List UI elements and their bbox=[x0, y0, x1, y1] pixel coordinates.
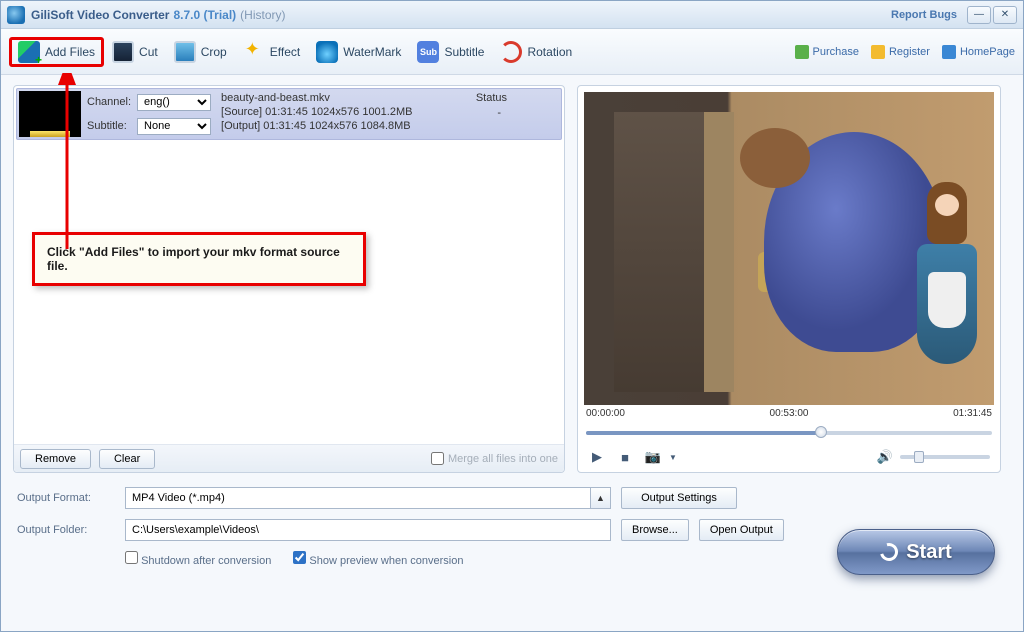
crop-icon bbox=[174, 41, 196, 63]
subtitle-button[interactable]: SubSubtitle bbox=[409, 37, 492, 67]
output-settings-button[interactable]: Output Settings bbox=[621, 487, 737, 509]
file-output-line: [Output] 01:31:45 1024x576 1084.8MB bbox=[221, 120, 555, 132]
output-folder-input[interactable] bbox=[125, 519, 611, 541]
history-link[interactable]: (History) bbox=[240, 8, 285, 22]
register-link[interactable]: Register bbox=[871, 45, 930, 59]
close-button[interactable]: ✕ bbox=[993, 6, 1017, 24]
time-end: 01:31:45 bbox=[953, 408, 992, 419]
file-thumbnail bbox=[19, 91, 81, 137]
add-files-button[interactable]: Add Files bbox=[9, 37, 104, 67]
output-format-combo[interactable]: MP4 Video (*.mp4)▲ bbox=[125, 487, 611, 509]
open-output-button[interactable]: Open Output bbox=[699, 519, 784, 541]
preview-pane: 00:00:00 00:53:00 01:31:45 ▶ ■ 📷 ▼ 🔊 bbox=[577, 85, 1001, 473]
volume-icon[interactable]: 🔊 bbox=[876, 448, 894, 466]
crop-button[interactable]: Crop bbox=[166, 37, 235, 67]
show-preview-checkbox[interactable]: Show preview when conversion bbox=[293, 551, 463, 567]
start-button[interactable]: Start bbox=[837, 529, 995, 575]
titlebar: GiliSoft Video Converter 8.7.0 (Trial) (… bbox=[1, 1, 1023, 29]
time-ruler: 00:00:00 00:53:00 01:31:45 bbox=[584, 405, 994, 422]
refresh-icon bbox=[877, 540, 902, 565]
subtitle-icon: Sub bbox=[417, 41, 439, 63]
app-window: GiliSoft Video Converter 8.7.0 (Trial) (… bbox=[0, 0, 1024, 632]
start-label: Start bbox=[906, 541, 952, 564]
file-list-pane: Channel: eng() Subtitle: None beauty-and… bbox=[13, 85, 565, 473]
chevron-up-icon[interactable]: ▲ bbox=[590, 488, 610, 508]
watermark-icon bbox=[316, 41, 338, 63]
output-folder-label: Output Folder: bbox=[17, 524, 115, 536]
effect-icon bbox=[243, 41, 265, 63]
time-start: 00:00:00 bbox=[586, 408, 625, 419]
cut-button[interactable]: Cut bbox=[104, 37, 166, 67]
status-header: Status bbox=[476, 92, 507, 104]
app-icon bbox=[7, 6, 25, 24]
channel-select[interactable]: eng() bbox=[137, 94, 211, 111]
effect-button[interactable]: Effect bbox=[235, 37, 308, 67]
app-name: GiliSoft Video Converter bbox=[31, 8, 169, 22]
subtitle-select[interactable]: None bbox=[137, 118, 211, 135]
merge-checkbox[interactable]: Merge all files into one bbox=[431, 452, 558, 465]
channel-label: Channel: bbox=[87, 96, 131, 108]
window-title: GiliSoft Video Converter 8.7.0 (Trial) (… bbox=[31, 8, 286, 22]
status-value: - bbox=[497, 107, 501, 119]
instruction-callout: Click "Add Files" to import your mkv for… bbox=[32, 232, 366, 286]
app-version: 8.7.0 (Trial) bbox=[173, 8, 236, 22]
toolbar: Add Files Cut Crop Effect WaterMark SubS… bbox=[1, 29, 1023, 75]
snapshot-button[interactable]: 📷 bbox=[644, 448, 662, 466]
purchase-icon bbox=[795, 45, 809, 59]
purchase-link[interactable]: Purchase bbox=[795, 45, 859, 59]
homepage-icon bbox=[942, 45, 956, 59]
file-row[interactable]: Channel: eng() Subtitle: None beauty-and… bbox=[16, 88, 562, 140]
report-bugs-link[interactable]: Report Bugs bbox=[891, 9, 957, 21]
cut-icon bbox=[112, 41, 134, 63]
time-current: 00:53:00 bbox=[770, 408, 809, 419]
add-files-icon bbox=[18, 41, 40, 63]
subtitle-row-label: Subtitle: bbox=[87, 120, 131, 132]
stop-button[interactable]: ■ bbox=[616, 448, 634, 466]
shutdown-checkbox[interactable]: Shutdown after conversion bbox=[125, 551, 271, 567]
remove-button[interactable]: Remove bbox=[20, 449, 91, 469]
file-source-line: [Source] 01:31:45 1024x576 1001.2MB bbox=[221, 106, 555, 118]
video-preview[interactable] bbox=[584, 92, 994, 405]
watermark-button[interactable]: WaterMark bbox=[308, 37, 409, 67]
clear-button[interactable]: Clear bbox=[99, 449, 155, 469]
output-format-label: Output Format: bbox=[17, 492, 115, 504]
add-files-label: Add Files bbox=[45, 45, 95, 59]
rotation-icon bbox=[500, 41, 522, 63]
register-icon bbox=[871, 45, 885, 59]
homepage-link[interactable]: HomePage bbox=[942, 45, 1015, 59]
volume-slider[interactable] bbox=[900, 455, 990, 459]
seek-slider[interactable] bbox=[586, 426, 992, 440]
minimize-button[interactable]: — bbox=[967, 6, 991, 24]
browse-button[interactable]: Browse... bbox=[621, 519, 689, 541]
play-button[interactable]: ▶ bbox=[588, 448, 606, 466]
snapshot-menu[interactable]: ▼ bbox=[664, 448, 682, 466]
rotation-button[interactable]: Rotation bbox=[492, 37, 580, 67]
